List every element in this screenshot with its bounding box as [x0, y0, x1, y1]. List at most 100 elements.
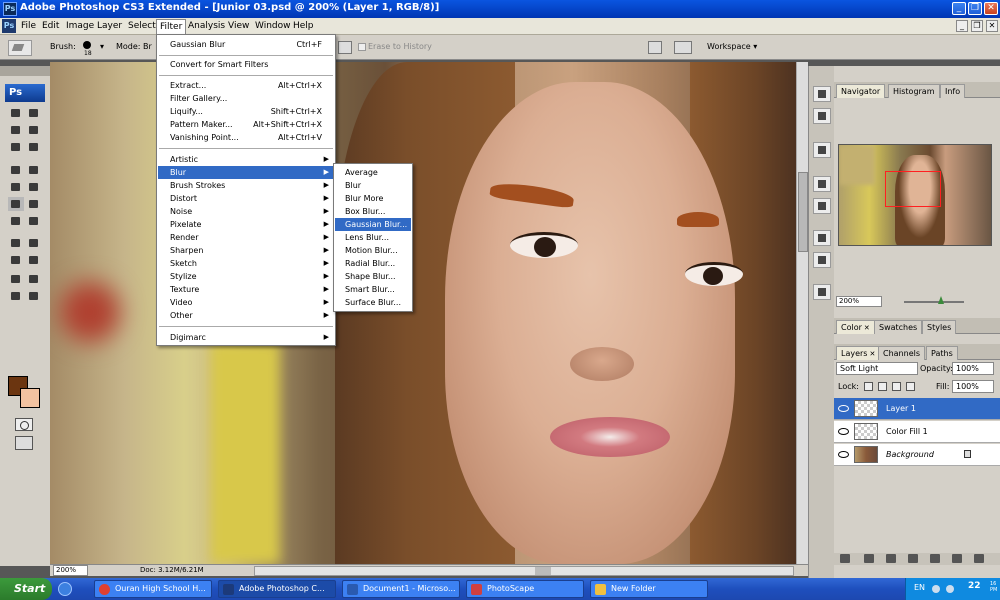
taskbar-photoscape[interactable]: PhotoScape	[466, 580, 584, 598]
menu-item-blur-more[interactable]: Blur More	[335, 192, 411, 205]
navigator-thumbnail[interactable]	[838, 144, 992, 246]
screen-mode-icon[interactable]	[15, 436, 33, 450]
clone-stamp-tool-icon[interactable]	[8, 180, 24, 194]
paint-bucket-tool-icon[interactable]	[26, 197, 42, 211]
lock-transparency-icon[interactable]	[864, 382, 873, 391]
taskbar-new-folder[interactable]: New Folder	[590, 580, 708, 598]
menu-analysis[interactable]: Analysis	[185, 20, 228, 33]
tab-info[interactable]: Info	[940, 84, 966, 98]
taskbar-photoshop[interactable]: Adobe Photoshop C...	[218, 580, 336, 598]
adjustment-layer-icon[interactable]	[908, 554, 918, 563]
pen-tool-icon[interactable]	[8, 236, 24, 250]
layer-row-background[interactable]: Background	[834, 444, 1000, 466]
menu-item-blur[interactable]: Blur ▶	[158, 166, 334, 179]
crop-tool-icon[interactable]	[8, 140, 24, 154]
menu-item-blur-simple[interactable]: Blur	[335, 179, 411, 192]
eyedropper-tool-icon[interactable]	[26, 272, 42, 286]
menu-image[interactable]: Image	[63, 20, 97, 33]
menu-select[interactable]: Select	[125, 20, 159, 33]
layer-row-color-fill-1[interactable]: Color Fill 1	[834, 421, 1000, 443]
palette-well-icon[interactable]	[648, 41, 662, 54]
taskbar-chrome[interactable]: Ouran High School H...	[94, 580, 212, 598]
notes-tool-icon[interactable]	[8, 272, 24, 286]
healing-brush-tool-icon[interactable]	[8, 163, 24, 177]
toolbox-grip[interactable]	[0, 66, 50, 76]
lock-position-icon[interactable]	[892, 382, 901, 391]
lasso-tool-icon[interactable]	[8, 123, 24, 137]
visibility-eye-icon[interactable]	[837, 426, 849, 436]
menu-item-sketch[interactable]: Sketch ▶	[158, 257, 334, 270]
marquee-tool-icon[interactable]	[8, 106, 24, 120]
menu-item-sharpen[interactable]: Sharpen ▶	[158, 244, 334, 257]
tab-layers[interactable]: Layers ✕	[836, 346, 881, 360]
menu-item-box-blur[interactable]: Box Blur...	[335, 205, 411, 218]
lock-pixels-icon[interactable]	[878, 382, 887, 391]
menu-item-liquify[interactable]: Liquify... Shift+Ctrl+X	[158, 105, 334, 118]
menu-item-pattern-maker[interactable]: Pattern Maker... Alt+Shift+Ctrl+X	[158, 118, 334, 131]
menu-item-artistic[interactable]: Artistic ▶	[158, 153, 334, 166]
doc-minimize-button[interactable]: _	[956, 20, 968, 32]
tab-paths[interactable]: Paths	[926, 346, 958, 360]
start-button[interactable]: Start	[0, 578, 52, 600]
brush-tool-icon[interactable]	[26, 163, 42, 177]
menu-view[interactable]: View	[225, 20, 252, 33]
history-brush-tool-icon[interactable]	[26, 180, 42, 194]
link-layers-icon[interactable]	[840, 554, 850, 563]
layer-comps-icon[interactable]	[813, 284, 831, 300]
fill-field[interactable]: 100%	[952, 380, 994, 393]
tool-presets-icon[interactable]	[813, 142, 831, 158]
doc-size-info[interactable]: Doc: 3.12M/6.21M	[140, 566, 204, 574]
menu-item-filter-gallery[interactable]: Filter Gallery...	[158, 92, 334, 105]
menu-filter[interactable]: Filter	[156, 19, 187, 34]
mode-select[interactable]: Br	[143, 42, 152, 51]
tab-channels[interactable]: Channels	[878, 346, 926, 360]
menu-item-noise[interactable]: Noise ▶	[158, 205, 334, 218]
move-tool-icon[interactable]	[26, 106, 42, 120]
menu-item-average[interactable]: Average	[335, 166, 411, 179]
maximize-button[interactable]: ❐	[968, 2, 982, 15]
menu-item-gaussian-blur[interactable]: Gaussian Blur...	[335, 218, 411, 231]
menu-item-radial-blur[interactable]: Radial Blur...	[335, 257, 411, 270]
close-button[interactable]: ✕	[984, 2, 998, 15]
menu-item-digimarc[interactable]: Digimarc ▶	[158, 331, 334, 344]
magic-wand-tool-icon[interactable]	[26, 123, 42, 137]
tab-swatches[interactable]: Swatches	[874, 320, 923, 334]
erase-history-checkbox[interactable]	[358, 43, 366, 51]
navigator-view-box[interactable]	[885, 171, 941, 207]
navigator-zoom-knob[interactable]	[938, 296, 944, 304]
menu-item-extract[interactable]: Extract... Alt+Ctrl+X	[158, 79, 334, 92]
menu-help[interactable]: Help	[290, 20, 317, 33]
clone-source-icon[interactable]	[813, 198, 831, 214]
paragraph-panel-icon[interactable]	[813, 252, 831, 268]
navigator-zoom-slider[interactable]	[904, 301, 964, 303]
background-color-swatch[interactable]	[20, 388, 40, 408]
horizontal-scrollbar[interactable]	[254, 566, 794, 576]
menu-edit[interactable]: Edit	[39, 20, 62, 33]
slice-tool-icon[interactable]	[26, 140, 42, 154]
shape-tool-icon[interactable]	[26, 253, 42, 267]
tab-color[interactable]: Color ✕	[836, 320, 875, 334]
quicklaunch-icon[interactable]	[58, 582, 72, 596]
minimize-button[interactable]: _	[952, 2, 966, 15]
zoom-field[interactable]: 200%	[53, 565, 88, 576]
dodge-tool-icon[interactable]	[26, 214, 42, 228]
menu-item-vanishing-point[interactable]: Vanishing Point... Alt+Ctrl+V	[158, 131, 334, 144]
doc-close-button[interactable]: ✕	[986, 20, 998, 32]
group-icon[interactable]	[930, 554, 940, 563]
menu-window[interactable]: Window	[252, 20, 294, 33]
brushes-panel-icon[interactable]	[813, 176, 831, 192]
menu-item-distort[interactable]: Distort ▶	[158, 192, 334, 205]
menu-item-render[interactable]: Render ▶	[158, 231, 334, 244]
blur-tool-icon[interactable]	[8, 214, 24, 228]
quick-mask-icon[interactable]	[15, 418, 33, 431]
character-panel-icon[interactable]	[813, 230, 831, 246]
tab-styles[interactable]: Styles	[922, 320, 957, 334]
brush-preview[interactable]	[83, 41, 91, 49]
menu-item-motion-blur[interactable]: Motion Blur...	[335, 244, 411, 257]
actions-panel-icon[interactable]	[813, 108, 831, 124]
menu-file[interactable]: File	[18, 20, 39, 33]
navigator-zoom-field[interactable]: 200%	[836, 296, 882, 307]
menu-item-pixelate[interactable]: Pixelate ▶	[158, 218, 334, 231]
blend-mode-select[interactable]: Soft Light	[836, 362, 918, 375]
opacity-field[interactable]: 100%	[952, 362, 994, 375]
